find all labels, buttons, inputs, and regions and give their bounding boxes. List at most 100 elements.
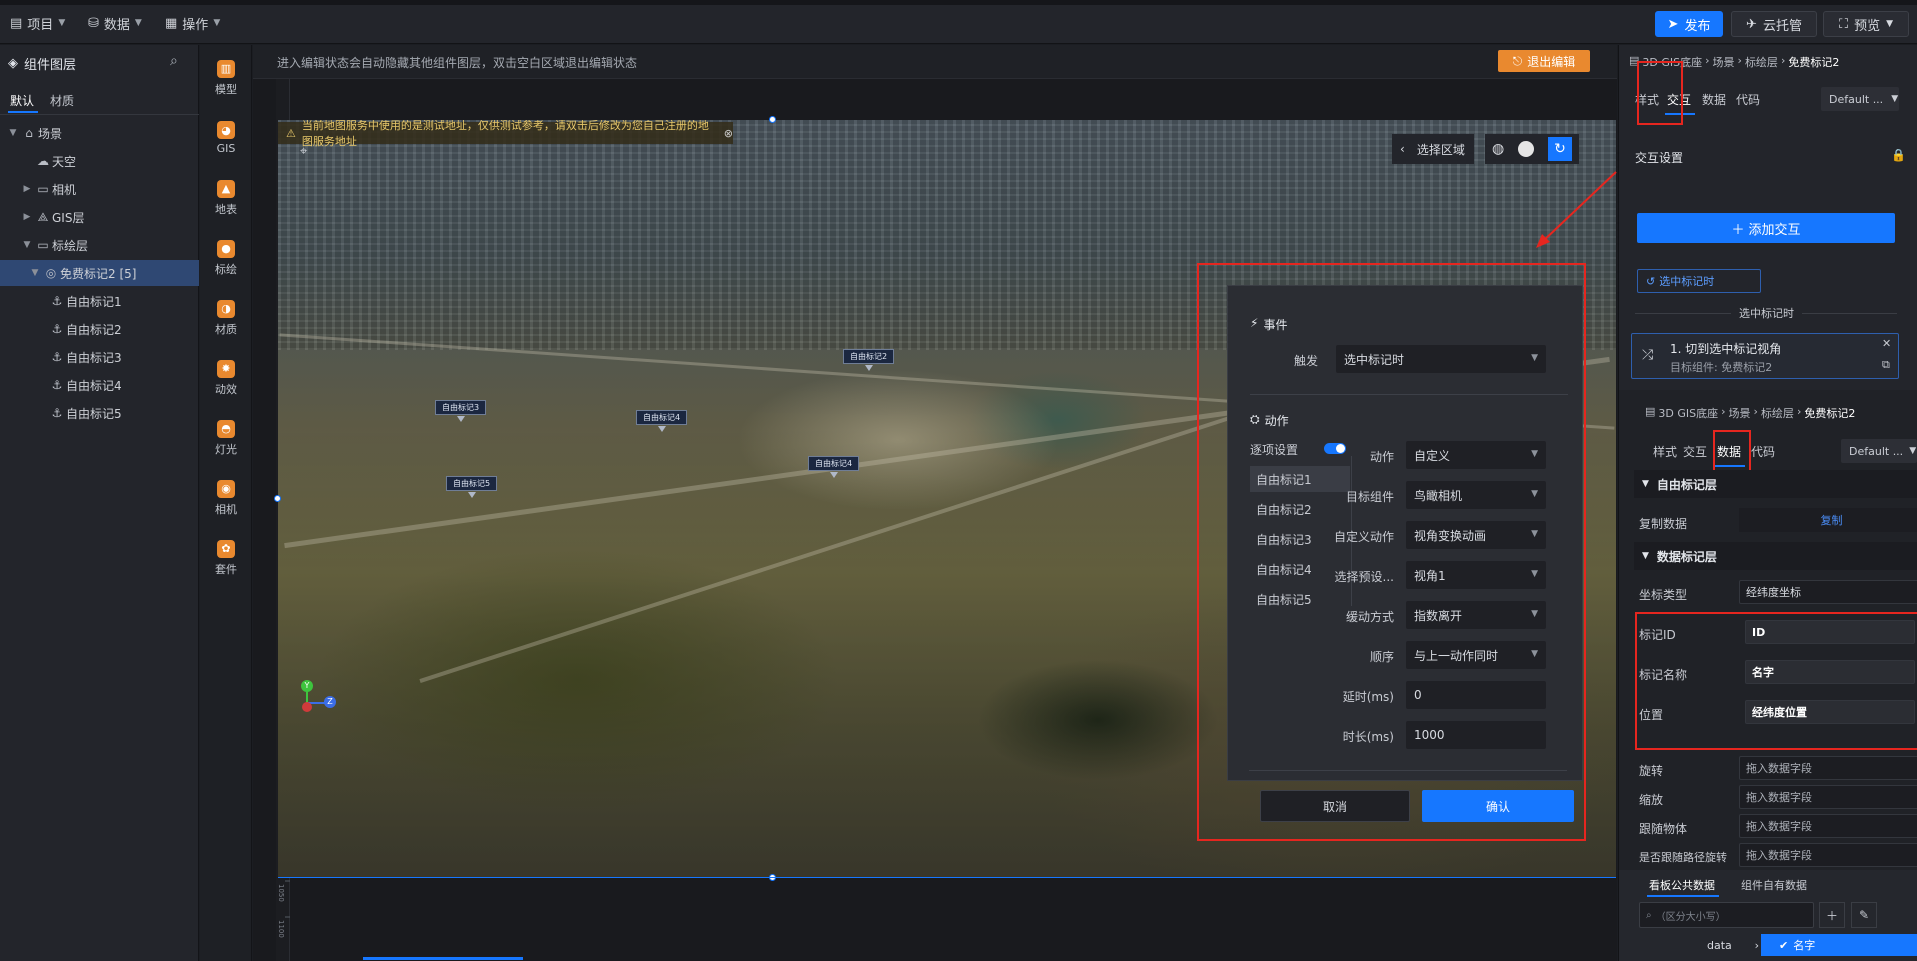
- tree-marker-3[interactable]: ⚓ 自由标记3: [0, 344, 199, 370]
- tab-data[interactable]: 数据: [1702, 91, 1726, 108]
- preset-select[interactable]: 视角1 ▼: [1406, 561, 1546, 589]
- tree-marker-1[interactable]: ⚓ 自由标记1: [0, 288, 199, 314]
- follow-field[interactable]: 拖入数据字段: [1739, 814, 1917, 838]
- action-select[interactable]: 自定义 ▼: [1406, 441, 1546, 469]
- rotate-label: 旋转: [1639, 764, 1664, 778]
- custom-action-select[interactable]: 视角变换动画 ▼: [1406, 521, 1546, 549]
- easing-select[interactable]: 指数离开 ▼: [1406, 601, 1546, 629]
- cloud-host-button[interactable]: ✈ 云托管: [1731, 11, 1817, 37]
- tree-camera[interactable]: ▶ ▭ 相机: [0, 176, 199, 202]
- map-marker-1[interactable]: 自由标记2: [843, 349, 895, 371]
- data-tree-node[interactable]: data ›: [1639, 934, 1759, 956]
- marker-name-field[interactable]: 名字: [1745, 660, 1915, 684]
- select-area-button[interactable]: ‹ 选择区域: [1392, 134, 1474, 164]
- order-select[interactable]: 与上一动作同时 ▼: [1406, 641, 1546, 669]
- tab-interact-2[interactable]: 交互: [1683, 443, 1707, 460]
- tree-scene[interactable]: ▼ ⌂ 场景: [0, 120, 199, 146]
- target-select[interactable]: 鸟瞰相机 ▼: [1406, 481, 1546, 509]
- component-icon-bar: ▥ 模型 ◕ GIS ▲ 地表 ● 标绘 ◑ 材质 ✸ 动效 ◓ 灯光 ◉ 相机 ✿ 套件: [200, 45, 252, 961]
- iconbar-model[interactable]: ▥ 模型: [200, 53, 252, 103]
- database-icon: ⛁: [88, 15, 99, 31]
- menu-project[interactable]: ▤ 项目 ▼: [10, 12, 65, 34]
- tab-underline: [1647, 895, 1719, 897]
- rotate-field[interactable]: 拖入数据字段: [1739, 756, 1917, 780]
- scale-field[interactable]: 拖入数据字段: [1739, 785, 1917, 809]
- lock-icon[interactable]: 🔒: [1891, 148, 1906, 162]
- resize-handle-left[interactable]: [274, 495, 281, 502]
- preview-button[interactable]: ⛶ 预览 ▼: [1823, 11, 1909, 37]
- iconbar-kit[interactable]: ✿ 套件: [200, 533, 252, 583]
- add-interaction-button[interactable]: ＋添加交互: [1637, 213, 1895, 243]
- copy-button[interactable]: 复制: [1739, 508, 1917, 532]
- rotate-icon[interactable]: ↻: [1548, 137, 1573, 161]
- top-strip: [0, 0, 1917, 5]
- iconbar-material[interactable]: ◑ 材质: [200, 293, 252, 343]
- resize-handle-top[interactable]: [769, 116, 776, 123]
- exit-edit-button[interactable]: ⎋ 退出编辑: [1498, 50, 1590, 72]
- caret-down-icon: ▼: [31, 268, 39, 278]
- field-label-target: 目标组件: [1345, 490, 1394, 504]
- menu-data[interactable]: ⛁ 数据 ▼: [88, 12, 142, 34]
- default-select-2[interactable]: Default ... ▼: [1841, 439, 1917, 463]
- annotation-arrows: [1536, 171, 1617, 248]
- map-marker-4[interactable]: 自由标记4: [808, 456, 860, 478]
- trigger-select[interactable]: 选中标记时 ▼: [1336, 345, 1546, 373]
- circle-icon[interactable]: [1518, 141, 1535, 157]
- tree-gis[interactable]: ▶ ⟁ GIS层: [0, 204, 199, 230]
- section-data-marker-layer[interactable]: ▼ 数据标记层: [1634, 542, 1917, 570]
- action-card[interactable]: ⤮ 1. 切到选中标记视角 目标组件: 免费标记2 ✕ ⧉: [1631, 333, 1899, 379]
- chevron-down-icon: ▼: [1531, 649, 1538, 659]
- selection-outline: [278, 877, 1616, 878]
- close-icon[interactable]: ⊗: [724, 127, 733, 140]
- tab-style-2[interactable]: 样式: [1653, 443, 1677, 460]
- tree-free-marker-group[interactable]: ▼ ◎ 免费标记2 [5]: [0, 260, 199, 286]
- confirm-button[interactable]: 确认: [1422, 790, 1574, 822]
- edit-icon[interactable]: ✎: [1851, 902, 1877, 928]
- tab-default[interactable]: 默认: [10, 92, 34, 109]
- iconbar-camera[interactable]: ◉ 相机: [200, 473, 252, 523]
- iconbar-gis[interactable]: ◕ GIS: [200, 113, 252, 163]
- menu-operate[interactable]: ▦ 操作 ▼: [165, 12, 220, 34]
- event-chip[interactable]: ↺ 选中标记时: [1637, 269, 1761, 293]
- position-field[interactable]: 经纬度位置: [1745, 700, 1915, 724]
- default-select[interactable]: Default ... ▼: [1821, 87, 1899, 111]
- coord-type-select[interactable]: 经纬度坐标: [1739, 580, 1917, 604]
- iconbar-light[interactable]: ◓ 灯光: [200, 413, 252, 463]
- tab-public-data[interactable]: 看板公共数据: [1649, 877, 1715, 893]
- cloud-send-icon: ✈: [1746, 16, 1757, 32]
- data-search-input[interactable]: ⌕ （区分大小写）: [1639, 902, 1814, 928]
- tab-code-2[interactable]: 代码: [1751, 443, 1775, 460]
- tree-marker-4[interactable]: ⚓ 自由标记4: [0, 372, 199, 398]
- tab-code[interactable]: 代码: [1736, 91, 1760, 108]
- axis-gizmo[interactable]: Y Z: [284, 680, 336, 730]
- coord-type-label: 坐标类型: [1639, 588, 1688, 602]
- cloud-icon: ☁: [37, 154, 49, 168]
- section-free-marker-layer[interactable]: ▼ 自由标记层: [1634, 470, 1917, 498]
- publish-button[interactable]: ➤ 发布: [1655, 11, 1723, 37]
- location-pin-icon[interactable]: ⌖: [300, 144, 307, 159]
- map-marker-5[interactable]: 自由标记5: [446, 476, 498, 498]
- path-rotate-field[interactable]: 拖入数据字段: [1739, 843, 1917, 867]
- tab-own-data[interactable]: 组件自有数据: [1741, 877, 1807, 893]
- tree-marker-5[interactable]: ⚓ 自由标记5: [0, 400, 199, 426]
- field-chip-name[interactable]: ✔ 名字: [1761, 934, 1917, 956]
- h-scrollbar[interactable]: [363, 957, 523, 960]
- tree-marker-2[interactable]: ⚓ 自由标记2: [0, 316, 199, 342]
- tab-material[interactable]: 材质: [50, 92, 74, 109]
- add-data-button[interactable]: ＋: [1819, 902, 1845, 928]
- globe-icon[interactable]: ◍: [1492, 141, 1504, 157]
- tree-plot-layer[interactable]: ▼ ▭ 标绘层: [0, 232, 199, 258]
- copy-icon[interactable]: ⧉: [1882, 358, 1890, 372]
- iconbar-effect[interactable]: ✸ 动效: [200, 353, 252, 403]
- duration-input[interactable]: 1000: [1406, 721, 1546, 749]
- close-icon[interactable]: ✕: [1882, 337, 1891, 350]
- delay-input[interactable]: 0: [1406, 681, 1546, 709]
- tree-sky[interactable]: ☁ 天空: [0, 148, 199, 174]
- cancel-button[interactable]: 取消: [1260, 790, 1410, 822]
- marker-id-field[interactable]: ID: [1745, 620, 1915, 644]
- map-marker-2[interactable]: 自由标记4: [636, 410, 688, 432]
- search-icon[interactable]: ⌕: [170, 53, 178, 69]
- iconbar-plot[interactable]: ● 标绘: [200, 233, 252, 283]
- map-marker-3[interactable]: 自由标记3: [435, 400, 487, 422]
- iconbar-terrain[interactable]: ▲ 地表: [200, 173, 252, 223]
